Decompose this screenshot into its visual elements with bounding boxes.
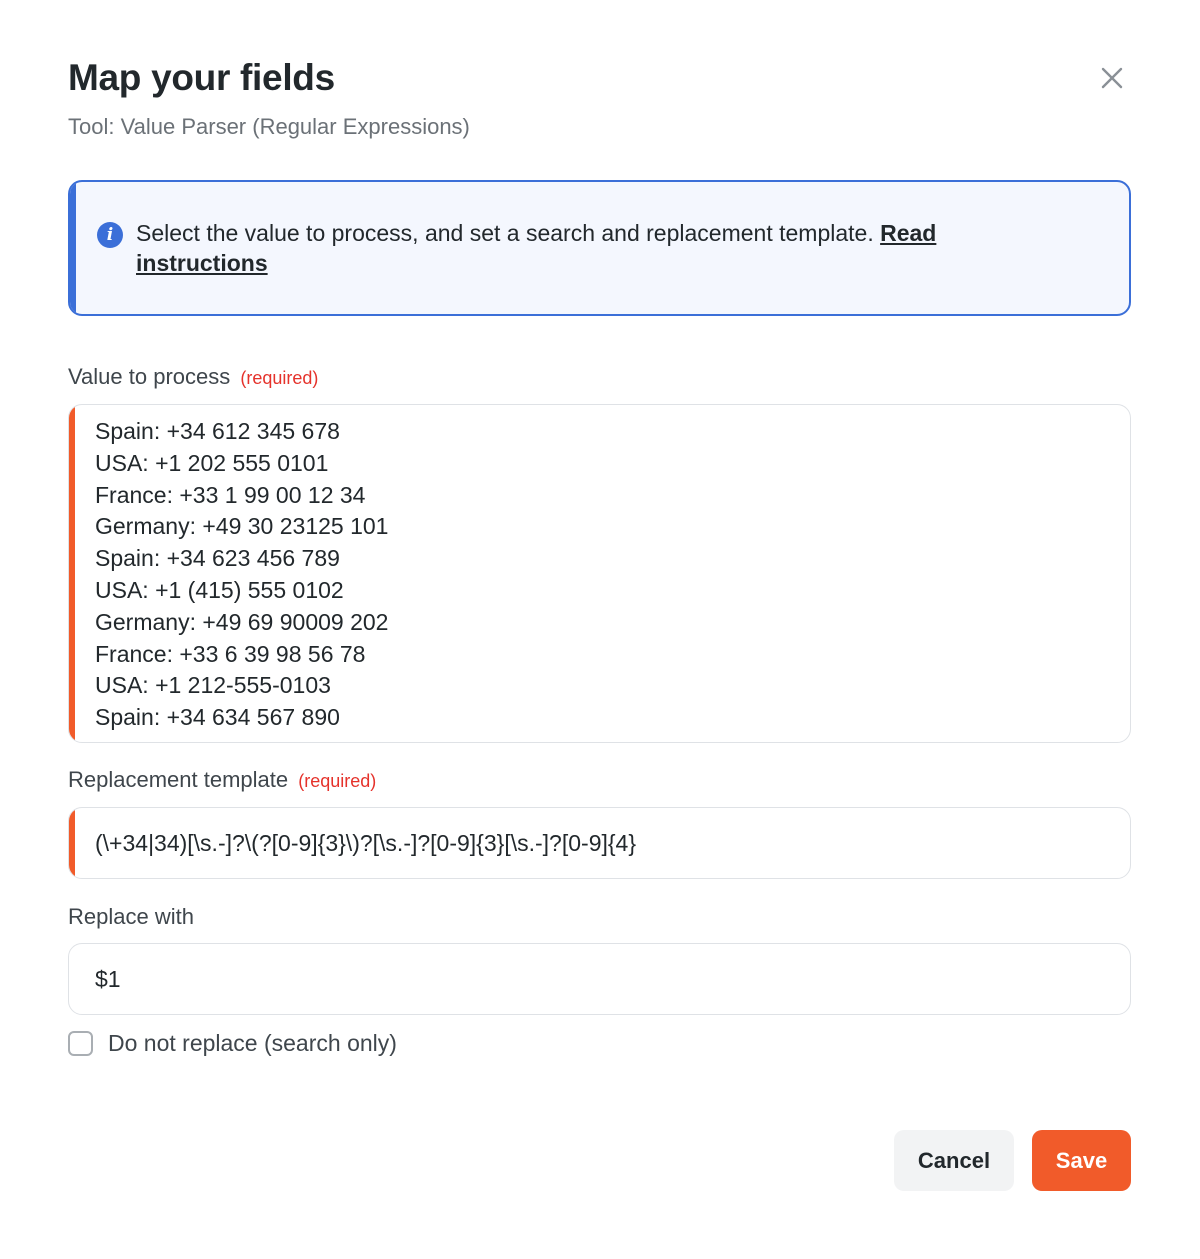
map-fields-dialog: Map your fields Tool: Value Parser (Regu… xyxy=(0,0,1200,1259)
value-line: Germany: +49 69 90009 202 xyxy=(95,608,389,635)
value-line: France: +33 6 39 98 56 78 xyxy=(95,640,366,667)
value-to-process-label-text: Value to process xyxy=(68,364,231,389)
replacement-template-label: Replacement template (required) xyxy=(68,765,376,796)
replace-with-value: $1 xyxy=(95,966,121,992)
search-only-label: Do not replace (search only) xyxy=(108,1030,397,1056)
required-indicator: (required) xyxy=(240,368,319,388)
value-lines: Spain: +34 612 345 678 USA: +1 202 555 0… xyxy=(95,416,388,734)
info-icon: i xyxy=(97,222,123,248)
dialog-subtitle: Tool: Value Parser (Regular Expressions) xyxy=(68,114,470,139)
info-message: Select the value to process, and set a s… xyxy=(136,220,881,246)
validation-bar xyxy=(69,808,75,878)
value-line: France: +33 1 99 00 12 34 xyxy=(95,481,366,508)
value-line: USA: +1 212-555-0103 xyxy=(95,672,331,699)
replace-with-label-text: Replace with xyxy=(68,904,194,929)
close-button[interactable] xyxy=(1092,58,1132,98)
value-line: USA: +1 202 555 0101 xyxy=(95,449,329,476)
info-banner: i Select the value to process, and set a… xyxy=(68,180,1131,316)
value-line: Spain: +34 634 567 890 xyxy=(95,704,340,731)
search-only-option[interactable]: Do not replace (search only) xyxy=(68,1028,397,1058)
replacement-template-input[interactable]: (\+34|34)[\s.-]?\(?[0-9]{3}\)?[\s.-]?[0-… xyxy=(68,807,1131,879)
close-icon xyxy=(1101,67,1123,89)
validation-bar xyxy=(69,405,75,742)
value-to-process-label: Value to process (required) xyxy=(68,362,318,393)
required-indicator: (required) xyxy=(298,771,377,791)
search-only-checkbox[interactable] xyxy=(68,1030,93,1056)
save-button[interactable]: Save xyxy=(1032,1130,1131,1191)
replace-with-label: Replace with xyxy=(68,902,194,932)
value-line: Spain: +34 623 456 789 xyxy=(95,545,340,572)
replacement-template-label-text: Replacement template xyxy=(68,767,289,792)
dialog-title: Map your fields xyxy=(68,57,335,98)
value-to-process-textarea[interactable]: Spain: +34 612 345 678 USA: +1 202 555 0… xyxy=(68,404,1131,743)
value-line: USA: +1 (415) 555 0102 xyxy=(95,576,344,603)
replacement-template-value: (\+34|34)[\s.-]?\(?[0-9]{3}\)?[\s.-]?[0-… xyxy=(95,830,637,856)
value-line: Germany: +49 30 23125 101 xyxy=(95,513,389,540)
cancel-button[interactable]: Cancel xyxy=(894,1130,1014,1191)
info-text: Select the value to process, and set a s… xyxy=(136,218,1036,278)
replace-with-input[interactable]: $1 xyxy=(68,943,1131,1015)
value-line: Spain: +34 612 345 678 xyxy=(95,418,340,444)
